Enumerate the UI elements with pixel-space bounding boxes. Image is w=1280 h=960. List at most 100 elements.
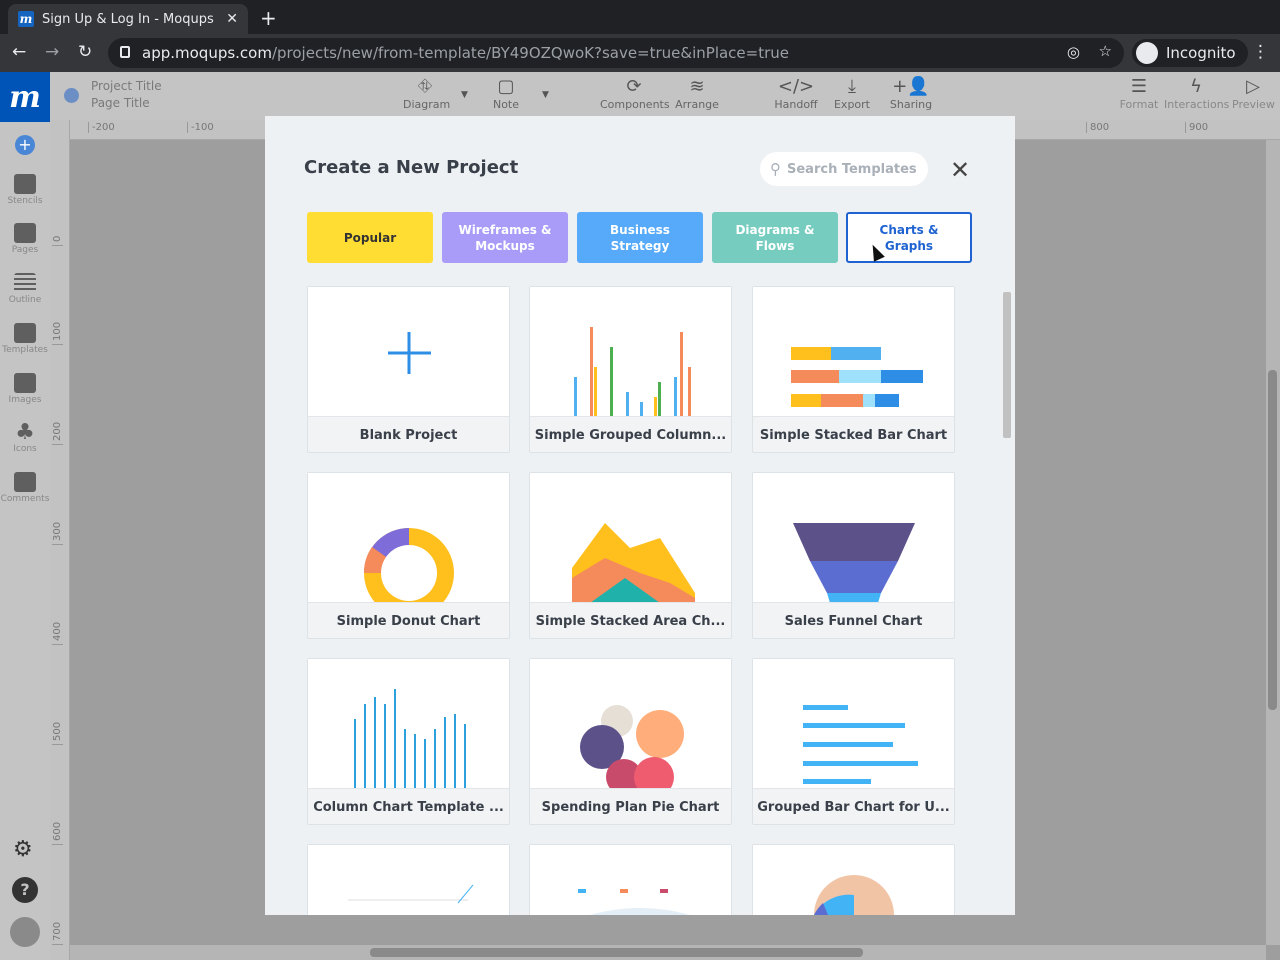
ruler-tick: 700 bbox=[52, 921, 63, 945]
help-icon[interactable]: ? bbox=[12, 877, 38, 903]
ruler-tick: 300 bbox=[52, 521, 63, 545]
pie-chart-thumbnail bbox=[814, 875, 894, 915]
sliders-icon: ☰ bbox=[1130, 76, 1148, 97]
avatar[interactable] bbox=[10, 917, 40, 947]
sidebar-label: Templates bbox=[2, 345, 48, 355]
modal-title: Create a New Project bbox=[304, 157, 519, 178]
sharing-tool[interactable]: +👤 Sharing bbox=[889, 76, 933, 111]
category-charts-graphs[interactable]: Charts & Graphs bbox=[846, 212, 972, 263]
note-tool[interactable]: ▢ Note bbox=[487, 76, 525, 111]
template-label: Spending Plan Pie Chart bbox=[541, 799, 720, 815]
tool-label: Format bbox=[1119, 98, 1159, 111]
template-card[interactable] bbox=[752, 844, 955, 915]
sidebar-label: Images bbox=[8, 395, 42, 405]
handoff-tool[interactable]: </> Handoff bbox=[774, 76, 818, 111]
caret-down-icon[interactable]: ▼ bbox=[461, 90, 468, 100]
search-templates-input[interactable]: ⚲ Search Templates bbox=[760, 152, 928, 186]
category-diagrams[interactable]: Diagrams & Flows bbox=[712, 212, 838, 263]
canvas-horizontal-scrollbar[interactable] bbox=[70, 945, 1266, 960]
template-label: Simple Stacked Bar Chart bbox=[759, 427, 948, 443]
template-card[interactable]: Spending Plan Pie Chart bbox=[529, 658, 732, 825]
browser-tab-bar: m Sign Up & Log In - Moqups ✕ + bbox=[0, 0, 1280, 34]
components-tool[interactable]: ⟳ Components bbox=[600, 76, 670, 111]
comment-icon bbox=[14, 472, 36, 492]
menu-icon[interactable]: ⋮ bbox=[1252, 42, 1269, 62]
template-card[interactable]: Sales Funnel Chart bbox=[752, 472, 955, 639]
template-label: Simple Stacked Area Ch... bbox=[535, 613, 726, 629]
moqups-favicon: m bbox=[18, 11, 34, 27]
line-chart-thumbnail bbox=[348, 884, 474, 904]
incognito-badge[interactable]: Incognito bbox=[1132, 39, 1248, 67]
add-icon[interactable]: + bbox=[15, 135, 35, 155]
outline-icon bbox=[14, 273, 36, 293]
template-card[interactable]: Simple Grouped Column... bbox=[529, 286, 732, 453]
format-tool[interactable]: ☰ Format bbox=[1118, 76, 1160, 111]
preview-tool[interactable]: ▷ Preview bbox=[1232, 76, 1275, 111]
eye-off-icon[interactable]: ◎ bbox=[1067, 43, 1080, 61]
page-title[interactable]: Page Title bbox=[91, 95, 162, 112]
url-field[interactable]: app.moqups.com/projects/new/from-templat… bbox=[108, 38, 1124, 68]
club-icon: ♣ bbox=[15, 420, 35, 445]
canvas-vertical-scrollbar[interactable] bbox=[1266, 140, 1280, 945]
template-list-scrollbar[interactable] bbox=[1002, 284, 1012, 914]
download-icon: ⤓ bbox=[848, 76, 856, 97]
left-sidebar: + Stencils Pages Outline Templates Image… bbox=[0, 122, 50, 960]
settings-icon[interactable]: ⚙ bbox=[13, 837, 33, 862]
funnel-thumbnail bbox=[793, 523, 915, 602]
close-icon[interactable]: ✕ bbox=[950, 156, 970, 184]
new-tab-button[interactable]: + bbox=[260, 6, 277, 30]
search-placeholder: Search Templates bbox=[787, 161, 917, 177]
profile-label: Incognito bbox=[1166, 44, 1236, 62]
sidebar-item-outline[interactable]: Outline bbox=[0, 273, 50, 305]
sidebar-item-pages[interactable]: Pages bbox=[0, 223, 50, 255]
reload-icon[interactable]: ↻ bbox=[78, 42, 92, 62]
ruler-tick: 600 bbox=[52, 821, 63, 845]
export-tool[interactable]: ⤓ Export bbox=[833, 76, 871, 111]
tool-label: Preview bbox=[1232, 98, 1275, 111]
template-card[interactable] bbox=[307, 844, 510, 915]
sidebar-item-templates[interactable]: Templates bbox=[0, 323, 50, 355]
template-card[interactable]: Simple Donut Chart bbox=[307, 472, 510, 639]
sidebar-item-comments[interactable]: Comments bbox=[0, 472, 50, 504]
close-tab-icon[interactable]: ✕ bbox=[226, 11, 238, 27]
diagram-tool[interactable]: ⛗ Diagram bbox=[403, 76, 450, 111]
category-business-strategy[interactable]: Business Strategy bbox=[577, 212, 703, 263]
template-card[interactable]: Grouped Bar Chart for U... bbox=[752, 658, 955, 825]
template-card[interactable]: Simple Stacked Area Ch... bbox=[529, 472, 732, 639]
address-bar-row: ← → ↻ app.moqups.com/projects/new/from-t… bbox=[0, 34, 1280, 72]
template-card[interactable] bbox=[529, 844, 732, 915]
category-popular[interactable]: Popular bbox=[307, 212, 433, 263]
sidebar-item-stencils[interactable]: Stencils bbox=[0, 174, 50, 206]
star-icon[interactable]: ☆ bbox=[1099, 42, 1112, 60]
scroll-thumb[interactable] bbox=[370, 948, 863, 957]
stencils-icon bbox=[14, 174, 36, 194]
template-card[interactable]: Simple Stacked Bar Chart bbox=[752, 286, 955, 453]
browser-tab[interactable]: m Sign Up & Log In - Moqups ✕ bbox=[8, 4, 248, 34]
components-icon: ⟳ bbox=[626, 76, 642, 97]
ruler-tick: 200 bbox=[52, 421, 63, 445]
sidebar-item-images[interactable]: Images bbox=[0, 373, 50, 405]
forward-icon[interactable]: → bbox=[45, 42, 59, 62]
scroll-thumb[interactable] bbox=[1003, 292, 1011, 438]
ruler-tick: 100 bbox=[52, 321, 63, 345]
vertical-ruler: 0 100 200 300 400 500 600 700 bbox=[50, 120, 70, 960]
search-icon: ⚲ bbox=[770, 160, 781, 178]
template-card[interactable]: Blank Project bbox=[307, 286, 510, 453]
category-wireframes[interactable]: Wireframes & Mockups bbox=[442, 212, 568, 263]
code-icon: </> bbox=[777, 76, 815, 97]
tool-label: Arrange bbox=[675, 98, 719, 111]
tool-label: Handoff bbox=[774, 98, 818, 111]
scroll-thumb[interactable] bbox=[1268, 370, 1277, 710]
template-card[interactable]: Column Chart Template ... bbox=[307, 658, 510, 825]
template-label: Column Chart Template ... bbox=[313, 799, 504, 815]
interactions-tool[interactable]: ϟ Interactions bbox=[1164, 76, 1229, 111]
template-label: Simple Donut Chart bbox=[336, 613, 481, 629]
sidebar-item-icons[interactable]: ♣ Icons bbox=[0, 420, 50, 455]
globe-icon[interactable] bbox=[64, 88, 79, 103]
moqups-logo[interactable]: m bbox=[0, 72, 50, 122]
arrange-tool[interactable]: ≋ Arrange bbox=[674, 76, 720, 111]
caret-down-icon[interactable]: ▼ bbox=[542, 90, 549, 100]
project-title[interactable]: Project Title bbox=[91, 78, 162, 95]
back-icon[interactable]: ← bbox=[12, 42, 26, 62]
add-user-icon: +👤 bbox=[892, 76, 930, 97]
